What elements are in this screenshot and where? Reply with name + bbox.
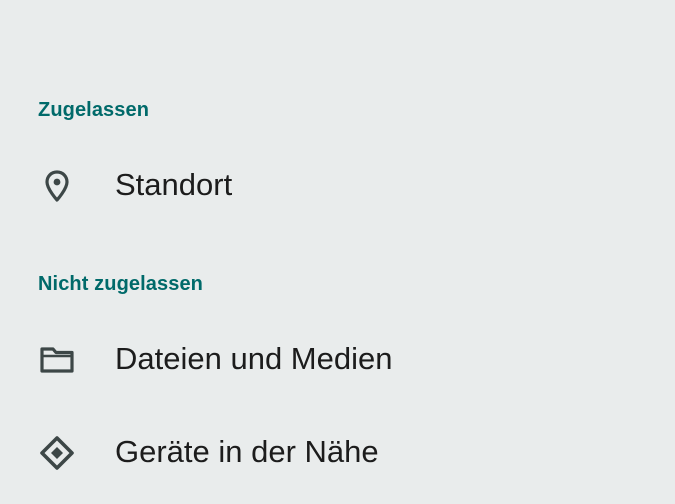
permission-item-files-media[interactable]: Dateien und Medien bbox=[0, 324, 675, 394]
section-header-allowed: Zugelassen bbox=[38, 99, 150, 121]
permission-label-nearby-devices: Geräte in der Nähe bbox=[115, 434, 379, 469]
permission-item-nearby-devices[interactable]: Geräte in der Nähe bbox=[0, 417, 675, 487]
permissions-screen: Zugelassen Standort Nicht zugelassen Dat… bbox=[0, 0, 675, 504]
permission-item-location[interactable]: Standort bbox=[0, 150, 675, 220]
section-header-not-allowed: Nicht zugelassen bbox=[38, 273, 203, 295]
nearby-devices-icon bbox=[38, 434, 76, 472]
permission-label-files-media: Dateien und Medien bbox=[115, 341, 393, 376]
folder-icon bbox=[38, 341, 76, 379]
location-pin-icon bbox=[38, 167, 76, 205]
permission-label-location: Standort bbox=[115, 167, 233, 202]
